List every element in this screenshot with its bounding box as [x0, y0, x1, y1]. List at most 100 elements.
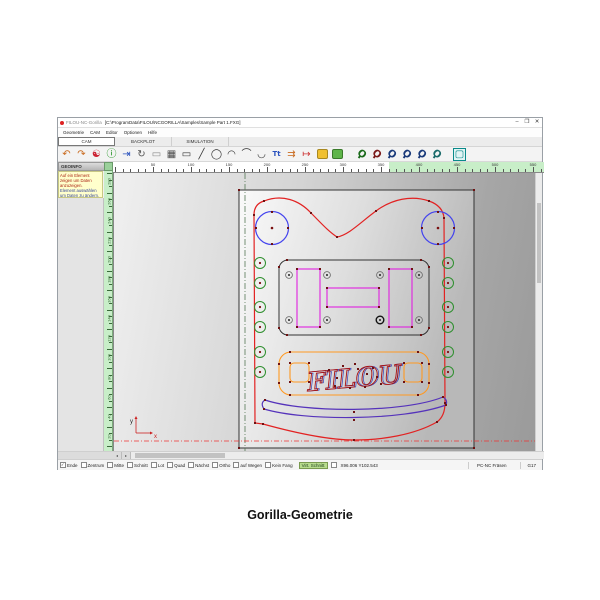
arc-tool-icon[interactable]: ◠ — [225, 148, 238, 161]
ruler-tick — [168, 169, 169, 172]
ruler-label-h: 300 — [340, 162, 347, 167]
snap-option-ende[interactable]: ✓Ende — [60, 462, 78, 468]
minimize-button[interactable]: – — [512, 118, 522, 127]
ruler-tick — [206, 169, 207, 172]
ruler-tick — [396, 169, 397, 172]
ruler-tick — [145, 169, 146, 172]
capture-region-icon[interactable]: ▢ — [453, 148, 466, 161]
circle-tool-icon[interactable]: ◯ — [210, 148, 223, 161]
ruler-tick — [191, 167, 192, 172]
maximize-button[interactable]: ❐ — [522, 118, 532, 127]
virt-schnitt-button[interactable]: Virt. Schnitt — [299, 462, 328, 469]
horizontal-scrollbar-thumb[interactable] — [135, 453, 225, 458]
snap-option-ortho[interactable]: Ortho — [212, 462, 230, 468]
snap-checkbox[interactable] — [81, 462, 87, 468]
tangent-line-tool-icon[interactable]: ⌒ — [240, 148, 253, 161]
snap-option-lot[interactable]: Lot — [151, 462, 164, 468]
ruler-tick — [518, 169, 519, 172]
ruler-label-v: 160 — [107, 294, 112, 304]
ruler-label-v: 200 — [107, 255, 112, 265]
menu-item-optionen[interactable]: Optionen — [121, 130, 145, 135]
window-controls: – ❐ ✕ — [512, 118, 542, 127]
redo-icon[interactable]: ↷ — [75, 148, 88, 161]
scroll-left-button[interactable]: ◂ — [113, 452, 122, 459]
ruler-tick — [221, 169, 222, 172]
ruler-tick — [107, 446, 112, 447]
lock-closed-icon[interactable] — [317, 149, 328, 159]
snap-option-mitte[interactable]: Mitte — [107, 462, 124, 468]
snap-checkbox[interactable] — [107, 462, 113, 468]
snap-checkbox[interactable] — [167, 462, 173, 468]
snap-option-zentrum[interactable]: Zentrum — [81, 462, 105, 468]
ruler-tick — [107, 368, 112, 369]
delete-icon[interactable]: ▦ — [165, 148, 178, 161]
fit-width-icon[interactable]: ⇥ — [120, 148, 133, 161]
ruler-tick — [351, 169, 352, 172]
ruler-tick — [107, 271, 112, 272]
snap-checkbox[interactable] — [212, 462, 218, 468]
rectangle-tool-icon[interactable]: ▭ — [180, 148, 193, 161]
ruler-tick — [533, 167, 534, 172]
tab-backplot[interactable]: BACKPLOT — [115, 137, 172, 146]
snap-option-nächst[interactable]: Nächst — [188, 462, 209, 468]
snap-checkbox[interactable] — [265, 462, 271, 468]
snap-label: Schnitt — [134, 463, 148, 468]
ruler-tick — [252, 169, 253, 172]
snap-label: Lot — [158, 463, 164, 468]
ruler-tick — [313, 169, 314, 172]
snap-option-auf-wegen[interactable]: auf Wegen — [233, 462, 262, 468]
extra-checkbox[interactable] — [331, 462, 337, 468]
ruler-tick — [176, 169, 177, 172]
snap-move-icon[interactable]: ↦ — [300, 148, 313, 161]
ruler-tick — [107, 232, 112, 233]
ruler-tick — [107, 407, 112, 408]
move-points-icon[interactable]: ⇉ — [285, 148, 298, 161]
ruler-tick — [107, 329, 112, 330]
menu-item-cam[interactable]: CAM — [87, 130, 103, 135]
snap-option-quad[interactable]: Quad — [167, 462, 185, 468]
ruler-tick — [472, 169, 473, 172]
tab-cam[interactable]: CAM — [58, 137, 115, 146]
vertical-ruler: 28026024022020018016014012010080604020 — [104, 171, 113, 451]
snap-option-kein-fang[interactable]: Kein Fang — [265, 462, 293, 468]
ruler-tick — [381, 167, 382, 172]
svg-text:x: x — [154, 434, 157, 440]
fillet-tool-icon[interactable]: ◡ — [255, 148, 268, 161]
ruler-tick — [389, 169, 390, 172]
snap-checkbox[interactable] — [233, 462, 239, 468]
filou-swirl-icon[interactable]: ☯ — [90, 148, 103, 161]
snap-checkbox[interactable] — [188, 462, 194, 468]
text-tool-icon[interactable]: Tt — [270, 148, 283, 161]
snap-option-schnitt[interactable]: Schnitt — [127, 462, 148, 468]
ruler-label-h: 100 — [188, 162, 195, 167]
rotate-icon[interactable]: ↻ — [135, 148, 148, 161]
ruler-label-h: 450 — [454, 162, 461, 167]
drawing-canvas[interactable]: FILOU FILOU — [113, 173, 537, 451]
selection-frame-icon[interactable]: ▭ — [150, 148, 163, 161]
app-name: FILOU-NC-Gorilla — [66, 120, 102, 125]
scroll-right-button[interactable]: ▸ — [122, 452, 131, 459]
menu-item-hilfe[interactable]: Hilfe — [145, 130, 160, 135]
vertical-scrollbar[interactable] — [535, 173, 542, 451]
ruler-tick — [297, 169, 298, 172]
line-tool-icon[interactable]: ╱ — [195, 148, 208, 161]
snap-checkbox[interactable] — [151, 462, 157, 468]
ruler-tick — [107, 212, 112, 213]
undo-icon[interactable]: ↶ — [60, 148, 73, 161]
lock-open-icon[interactable] — [332, 149, 343, 159]
ruler-label-v: 60 — [107, 392, 112, 402]
menu-item-geometrie[interactable]: Geometrie — [60, 130, 87, 135]
menu-item-editor[interactable]: Editor — [103, 130, 121, 135]
info-icon[interactable]: ⓘ — [105, 148, 118, 161]
horizontal-scrollbar[interactable]: ◂ ▸ — [113, 451, 544, 459]
snap-checkbox[interactable]: ✓ — [60, 462, 66, 468]
ruler-tick — [366, 169, 367, 172]
title-bar[interactable]: FILOU-NC-Gorilla [C:\ProgramData\FILOU\N… — [58, 118, 542, 128]
ruler-tick — [541, 169, 542, 172]
vertical-scrollbar-thumb[interactable] — [537, 203, 541, 283]
close-button[interactable]: ✕ — [532, 118, 542, 127]
ruler-tick — [115, 167, 116, 172]
redraw-icon[interactable]: Ϙ — [427, 145, 445, 163]
tab-simulation[interactable]: SIMULATION — [172, 137, 229, 146]
snap-checkbox[interactable] — [127, 462, 133, 468]
